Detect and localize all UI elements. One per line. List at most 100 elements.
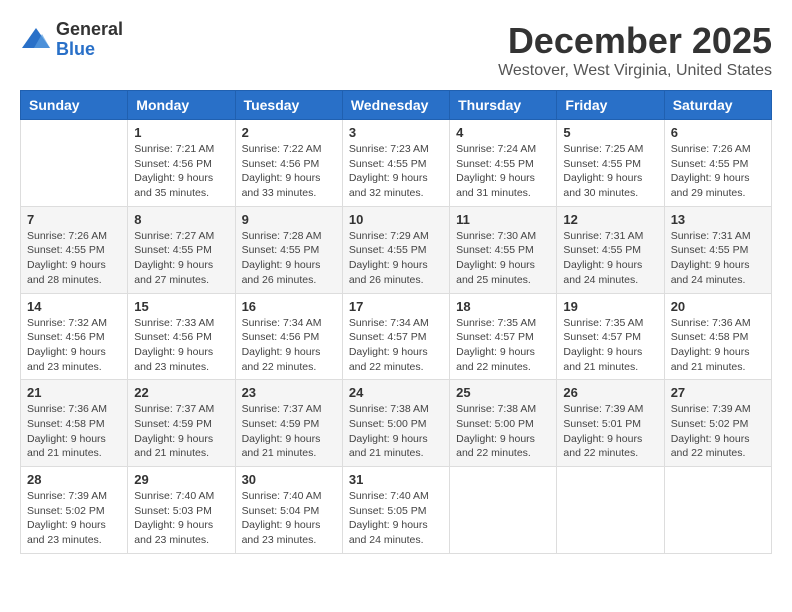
calendar-cell: 21 Sunrise: 7:36 AM Sunset: 4:58 PM Dayli… xyxy=(21,380,128,467)
calendar-cell xyxy=(450,467,557,554)
calendar-cell xyxy=(21,120,128,207)
day-number: 26 xyxy=(563,385,657,400)
weekday-header: Sunday xyxy=(21,91,128,120)
calendar-cell: 30 Sunrise: 7:40 AM Sunset: 5:04 PM Dayli… xyxy=(235,467,342,554)
day-number: 17 xyxy=(349,299,443,314)
calendar-cell: 26 Sunrise: 7:39 AM Sunset: 5:01 PM Dayli… xyxy=(557,380,664,467)
day-number: 25 xyxy=(456,385,550,400)
day-number: 13 xyxy=(671,212,765,227)
calendar-cell: 18 Sunrise: 7:35 AM Sunset: 4:57 PM Dayli… xyxy=(450,293,557,380)
logo-blue-text: Blue xyxy=(56,40,123,60)
calendar-cell: 16 Sunrise: 7:34 AM Sunset: 4:56 PM Dayli… xyxy=(235,293,342,380)
calendar-table: SundayMondayTuesdayWednesdayThursdayFrid… xyxy=(20,90,772,554)
day-number: 4 xyxy=(456,125,550,140)
day-info: Sunrise: 7:35 AM Sunset: 4:57 PM Dayligh… xyxy=(456,316,550,375)
calendar-cell: 29Sunrise: 7:40 AM Sunset: 5:03 PM Dayli… xyxy=(128,467,235,554)
day-info: Sunrise: 7:34 AM Sunset: 4:57 PM Dayligh… xyxy=(349,316,443,375)
day-number: 30 xyxy=(242,472,336,487)
calendar-cell: 17 Sunrise: 7:34 AM Sunset: 4:57 PM Dayli… xyxy=(342,293,449,380)
day-number: 14 xyxy=(27,299,121,314)
logo: General Blue xyxy=(20,20,123,60)
day-info: Sunrise: 7:25 AM Sunset: 4:55 PM Dayligh… xyxy=(563,142,657,201)
calendar-cell: 5 Sunrise: 7:25 AM Sunset: 4:55 PM Daylig… xyxy=(557,120,664,207)
day-number: 20 xyxy=(671,299,765,314)
calendar-cell: 10 Sunrise: 7:29 AM Sunset: 4:55 PM Dayli… xyxy=(342,206,449,293)
calendar-cell: 27Sunrise: 7:39 AM Sunset: 5:02 PM Dayli… xyxy=(664,380,771,467)
calendar-cell: 9Sunrise: 7:28 AM Sunset: 4:55 PM Daylig… xyxy=(235,206,342,293)
calendar-week-row: 1 Sunrise: 7:21 AM Sunset: 4:56 PM Daylig… xyxy=(21,120,772,207)
calendar-cell: 20 Sunrise: 7:36 AM Sunset: 4:58 PM Dayli… xyxy=(664,293,771,380)
day-number: 6 xyxy=(671,125,765,140)
day-number: 21 xyxy=(27,385,121,400)
weekday-header-row: SundayMondayTuesdayWednesdayThursdayFrid… xyxy=(21,91,772,120)
day-number: 16 xyxy=(242,299,336,314)
calendar-cell: 31 Sunrise: 7:40 AM Sunset: 5:05 PM Dayli… xyxy=(342,467,449,554)
calendar-cell xyxy=(664,467,771,554)
calendar-cell: 2 Sunrise: 7:22 AM Sunset: 4:56 PM Daylig… xyxy=(235,120,342,207)
day-number: 1 xyxy=(134,125,228,140)
calendar-cell: 24Sunrise: 7:38 AM Sunset: 5:00 PM Dayli… xyxy=(342,380,449,467)
day-info: Sunrise: 7:32 AM Sunset: 4:56 PM Dayligh… xyxy=(27,316,121,375)
day-info: Sunrise: 7:40 AM Sunset: 5:04 PM Dayligh… xyxy=(242,489,336,548)
day-number: 31 xyxy=(349,472,443,487)
calendar-cell: 11Sunrise: 7:30 AM Sunset: 4:55 PM Dayli… xyxy=(450,206,557,293)
calendar-cell: 14 Sunrise: 7:32 AM Sunset: 4:56 PM Dayli… xyxy=(21,293,128,380)
day-info: Sunrise: 7:22 AM Sunset: 4:56 PM Dayligh… xyxy=(242,142,336,201)
calendar-cell: 23 Sunrise: 7:37 AM Sunset: 4:59 PM Dayli… xyxy=(235,380,342,467)
day-info: Sunrise: 7:31 AM Sunset: 4:55 PM Dayligh… xyxy=(671,229,765,288)
day-info: Sunrise: 7:38 AM Sunset: 5:00 PM Dayligh… xyxy=(456,402,550,461)
page-header: General Blue December 2025 Westover, Wes… xyxy=(20,20,772,80)
calendar-cell: 19Sunrise: 7:35 AM Sunset: 4:57 PM Dayli… xyxy=(557,293,664,380)
day-info: Sunrise: 7:34 AM Sunset: 4:56 PM Dayligh… xyxy=(242,316,336,375)
day-info: Sunrise: 7:37 AM Sunset: 4:59 PM Dayligh… xyxy=(242,402,336,461)
day-info: Sunrise: 7:39 AM Sunset: 5:02 PM Dayligh… xyxy=(671,402,765,461)
calendar-cell: 15 Sunrise: 7:33 AM Sunset: 4:56 PM Dayli… xyxy=(128,293,235,380)
day-number: 8 xyxy=(134,212,228,227)
calendar-cell: 6 Sunrise: 7:26 AM Sunset: 4:55 PM Daylig… xyxy=(664,120,771,207)
day-info: Sunrise: 7:40 AM Sunset: 5:03 PM Dayligh… xyxy=(134,489,228,548)
weekday-header: Saturday xyxy=(664,91,771,120)
day-info: Sunrise: 7:39 AM Sunset: 5:01 PM Dayligh… xyxy=(563,402,657,461)
day-info: Sunrise: 7:26 AM Sunset: 4:55 PM Dayligh… xyxy=(27,229,121,288)
day-info: Sunrise: 7:29 AM Sunset: 4:55 PM Dayligh… xyxy=(349,229,443,288)
day-number: 18 xyxy=(456,299,550,314)
day-number: 3 xyxy=(349,125,443,140)
calendar-cell: 7Sunrise: 7:26 AM Sunset: 4:55 PM Daylig… xyxy=(21,206,128,293)
day-number: 5 xyxy=(563,125,657,140)
logo-general-text: General xyxy=(56,20,123,40)
day-number: 22 xyxy=(134,385,228,400)
calendar-cell: 28Sunrise: 7:39 AM Sunset: 5:02 PM Dayli… xyxy=(21,467,128,554)
day-info: Sunrise: 7:37 AM Sunset: 4:59 PM Dayligh… xyxy=(134,402,228,461)
day-info: Sunrise: 7:38 AM Sunset: 5:00 PM Dayligh… xyxy=(349,402,443,461)
day-info: Sunrise: 7:23 AM Sunset: 4:55 PM Dayligh… xyxy=(349,142,443,201)
day-number: 9 xyxy=(242,212,336,227)
day-info: Sunrise: 7:24 AM Sunset: 4:55 PM Dayligh… xyxy=(456,142,550,201)
calendar-cell: 13 Sunrise: 7:31 AM Sunset: 4:55 PM Dayli… xyxy=(664,206,771,293)
day-number: 15 xyxy=(134,299,228,314)
calendar-week-row: 7Sunrise: 7:26 AM Sunset: 4:55 PM Daylig… xyxy=(21,206,772,293)
day-number: 10 xyxy=(349,212,443,227)
calendar-cell: 1 Sunrise: 7:21 AM Sunset: 4:56 PM Daylig… xyxy=(128,120,235,207)
day-info: Sunrise: 7:36 AM Sunset: 4:58 PM Dayligh… xyxy=(27,402,121,461)
calendar-cell: 25 Sunrise: 7:38 AM Sunset: 5:00 PM Dayli… xyxy=(450,380,557,467)
day-info: Sunrise: 7:21 AM Sunset: 4:56 PM Dayligh… xyxy=(134,142,228,201)
day-info: Sunrise: 7:40 AM Sunset: 5:05 PM Dayligh… xyxy=(349,489,443,548)
calendar-cell: 3 Sunrise: 7:23 AM Sunset: 4:55 PM Daylig… xyxy=(342,120,449,207)
weekday-header: Friday xyxy=(557,91,664,120)
calendar-week-row: 14 Sunrise: 7:32 AM Sunset: 4:56 PM Dayli… xyxy=(21,293,772,380)
day-info: Sunrise: 7:36 AM Sunset: 4:58 PM Dayligh… xyxy=(671,316,765,375)
day-number: 23 xyxy=(242,385,336,400)
calendar-week-row: 21 Sunrise: 7:36 AM Sunset: 4:58 PM Dayli… xyxy=(21,380,772,467)
day-number: 12 xyxy=(563,212,657,227)
location-title: Westover, West Virginia, United States xyxy=(498,62,772,80)
weekday-header: Tuesday xyxy=(235,91,342,120)
day-info: Sunrise: 7:26 AM Sunset: 4:55 PM Dayligh… xyxy=(671,142,765,201)
day-info: Sunrise: 7:33 AM Sunset: 4:56 PM Dayligh… xyxy=(134,316,228,375)
day-number: 2 xyxy=(242,125,336,140)
day-info: Sunrise: 7:30 AM Sunset: 4:55 PM Dayligh… xyxy=(456,229,550,288)
weekday-header: Monday xyxy=(128,91,235,120)
calendar-cell: 12Sunrise: 7:31 AM Sunset: 4:55 PM Dayli… xyxy=(557,206,664,293)
logo-icon xyxy=(20,26,52,54)
day-info: Sunrise: 7:35 AM Sunset: 4:57 PM Dayligh… xyxy=(563,316,657,375)
weekday-header: Wednesday xyxy=(342,91,449,120)
